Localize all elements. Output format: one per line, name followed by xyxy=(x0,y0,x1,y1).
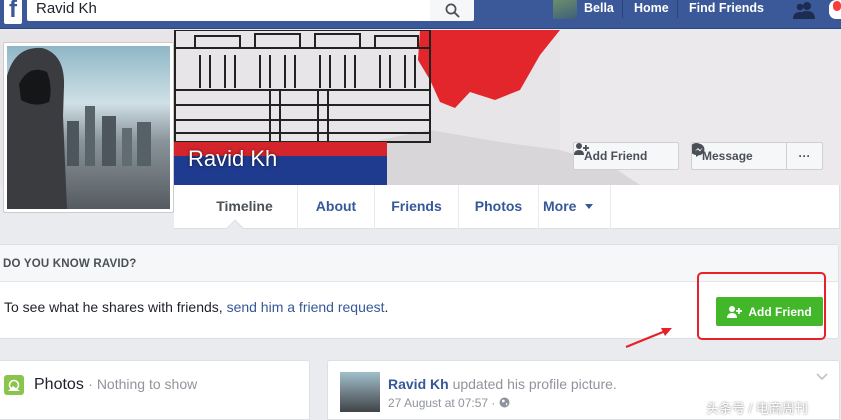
messenger-icon xyxy=(692,143,705,157)
watermark: 头条号 / 电商周刊 xyxy=(706,401,808,416)
tab-more[interactable]: More xyxy=(539,185,611,229)
profile-tabs: Timeline About Friends Photos More xyxy=(174,185,840,229)
profile-name: Ravid Kh xyxy=(188,146,278,171)
nav-home-link[interactable]: Home xyxy=(634,0,669,18)
add-friend-icon xyxy=(574,143,589,155)
nav-profile-link[interactable]: Bella xyxy=(584,0,614,18)
chevron-down-icon[interactable] xyxy=(816,373,828,381)
search-button[interactable] xyxy=(430,0,474,21)
post-author-link[interactable]: Ravid Kh xyxy=(388,376,449,392)
chevron-down-icon[interactable] xyxy=(585,204,593,209)
post-author-avatar[interactable] xyxy=(340,372,380,412)
profile-picture[interactable] xyxy=(7,46,170,209)
search-input[interactable]: Ravid Kh xyxy=(27,0,430,21)
do-you-know-title: DO YOU KNOW RAVID? xyxy=(3,258,137,270)
more-options-label: ··· xyxy=(798,149,811,163)
profile-picture-artwork xyxy=(7,47,151,209)
message-button[interactable]: Message xyxy=(691,142,787,170)
friend-request-prompt: To see what he shares with friends, send… xyxy=(4,299,388,315)
friends-icon[interactable] xyxy=(793,0,817,19)
nav-divider xyxy=(677,0,678,18)
photos-card-title[interactable]: Photos · Nothing to show xyxy=(34,376,197,394)
search-icon xyxy=(445,3,459,17)
profile-picture-frame[interactable] xyxy=(3,42,174,213)
nav-divider xyxy=(622,0,623,18)
nav-find-friends-link[interactable]: Find Friends xyxy=(689,0,764,18)
cover-add-friend-label: Add Friend xyxy=(584,149,648,163)
annotation-arrow xyxy=(625,328,672,349)
photos-icon xyxy=(4,375,24,395)
cover-add-friend-button[interactable]: Add Friend xyxy=(573,142,679,170)
post-timestamp[interactable]: 27 August at 07:57 · xyxy=(388,396,510,410)
message-label: Message xyxy=(702,149,753,163)
facebook-logo[interactable]: f xyxy=(4,0,22,24)
annotation-highlight-box xyxy=(697,272,826,340)
notification-dot xyxy=(833,1,841,11)
photos-card: Photos · Nothing to show xyxy=(0,360,310,420)
post-header: Ravid Kh updated his profile picture. xyxy=(388,376,617,392)
top-navigation-bar: f Ravid Kh Bella Home Find Friends xyxy=(0,0,841,29)
photos-card-subtitle: · Nothing to show xyxy=(88,376,198,392)
send-friend-request-link[interactable]: send him a friend request xyxy=(227,299,385,315)
prompt-text: To see what he shares with friends, xyxy=(4,299,227,315)
tab-about[interactable]: About xyxy=(298,185,375,229)
post-action-text: updated his profile picture. xyxy=(448,376,617,392)
globe-icon xyxy=(499,397,510,408)
notifications-icon[interactable] xyxy=(829,0,841,19)
tab-photos[interactable]: Photos xyxy=(459,185,539,229)
user-avatar[interactable] xyxy=(553,0,577,19)
tab-timeline[interactable]: Timeline xyxy=(192,185,298,229)
prompt-period: . xyxy=(384,299,389,315)
more-options-button[interactable]: ··· xyxy=(786,142,823,170)
tab-friends[interactable]: Friends xyxy=(375,185,459,229)
